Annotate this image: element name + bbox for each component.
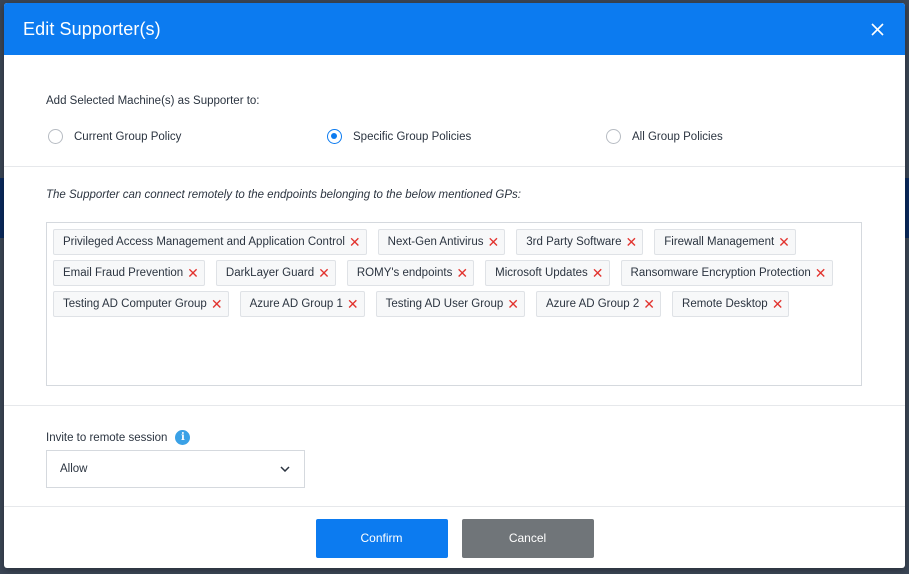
cancel-button[interactable]: Cancel bbox=[461, 518, 594, 558]
group-policy-tag-label: Privileged Access Management and Applica… bbox=[63, 236, 345, 248]
remove-tag-icon[interactable]: ✕ bbox=[592, 266, 604, 280]
remove-tag-icon[interactable]: ✕ bbox=[318, 266, 330, 280]
group-policy-tag: Ransomware Encryption Protection ✕ bbox=[620, 260, 833, 286]
dialog-header: Edit Supporter(s) bbox=[4, 3, 905, 55]
radio-specific-group-policies[interactable]: Specific Group Policies bbox=[327, 129, 606, 144]
group-policy-tag-label: Remote Desktop bbox=[682, 298, 768, 310]
chevron-down-icon bbox=[280, 466, 290, 472]
remove-tag-icon[interactable]: ✕ bbox=[772, 297, 784, 311]
group-policy-tag-input[interactable]: Privileged Access Management and Applica… bbox=[46, 222, 862, 386]
radio-button[interactable] bbox=[48, 129, 63, 144]
group-policies-section: The Supporter can connect remotely to th… bbox=[4, 167, 905, 406]
radio-button[interactable] bbox=[606, 129, 621, 144]
invite-select[interactable]: Allow bbox=[46, 450, 305, 488]
group-policy-tag: Testing AD User Group ✕ bbox=[375, 291, 525, 317]
remove-tag-icon[interactable]: ✕ bbox=[211, 297, 223, 311]
group-policy-tag-label: Ransomware Encryption Protection bbox=[630, 267, 811, 279]
group-policy-tag: Testing AD Computer Group ✕ bbox=[53, 291, 229, 317]
remove-tag-icon[interactable]: ✕ bbox=[507, 297, 519, 311]
remove-tag-icon[interactable]: ✕ bbox=[626, 235, 638, 249]
group-policy-tag: Next-Gen Antivirus ✕ bbox=[377, 229, 506, 255]
radio-button-checked[interactable] bbox=[327, 129, 342, 144]
group-policy-tag: Azure AD Group 1 ✕ bbox=[239, 291, 365, 317]
invite-label-row: Invite to remote session i bbox=[46, 430, 863, 445]
group-policy-tag-label: Microsoft Updates bbox=[495, 267, 588, 279]
supporter-scope-radio-group: Current Group Policy Specific Group Poli… bbox=[48, 129, 863, 144]
group-policy-tag-label: ROMY's endpoints bbox=[356, 267, 453, 279]
info-icon[interactable]: i bbox=[175, 430, 191, 445]
radio-label: Specific Group Policies bbox=[353, 130, 472, 143]
dialog-title: Edit Supporter(s) bbox=[23, 18, 161, 39]
group-policy-tag-label: Testing AD Computer Group bbox=[63, 298, 207, 310]
close-button[interactable] bbox=[867, 19, 887, 39]
group-policy-tag: Remote Desktop ✕ bbox=[672, 291, 790, 317]
radio-all-group-policies[interactable]: All Group Policies bbox=[606, 129, 723, 144]
edit-supporters-dialog: Edit Supporter(s) Add Selected Machine(s… bbox=[4, 3, 905, 568]
group-policies-description: The Supporter can connect remotely to th… bbox=[46, 189, 521, 201]
group-policy-tag: Microsoft Updates ✕ bbox=[485, 260, 610, 286]
group-policy-tag: Privileged Access Management and Applica… bbox=[53, 229, 367, 255]
group-policy-tag: Email Fraud Prevention ✕ bbox=[53, 260, 205, 286]
group-policy-tag: Azure AD Group 2 ✕ bbox=[535, 291, 662, 317]
group-policy-tag-label: Email Fraud Prevention bbox=[63, 267, 184, 279]
invite-label: Invite to remote session bbox=[46, 431, 168, 444]
remove-tag-icon[interactable]: ✕ bbox=[349, 235, 361, 249]
remove-tag-icon[interactable]: ✕ bbox=[643, 297, 655, 311]
remove-tag-icon[interactable]: ✕ bbox=[488, 235, 500, 249]
confirm-button[interactable]: Confirm bbox=[315, 518, 448, 558]
remove-tag-icon[interactable]: ✕ bbox=[347, 297, 359, 311]
invite-section: Invite to remote session i Allow bbox=[4, 406, 905, 507]
group-policy-tag: ROMY's endpoints ✕ bbox=[346, 260, 475, 286]
supporter-scope-label: Add Selected Machine(s) as Supporter to: bbox=[46, 95, 260, 107]
group-policy-tag-label: DarkLayer Guard bbox=[225, 267, 315, 279]
supporter-scope-section: Add Selected Machine(s) as Supporter to:… bbox=[4, 55, 905, 167]
group-policy-tag-label: Azure AD Group 1 bbox=[249, 298, 343, 310]
group-policy-tag-label: Azure AD Group 2 bbox=[545, 298, 640, 310]
group-policy-tag-label: Testing AD User Group bbox=[385, 298, 504, 310]
radio-current-group-policy[interactable]: Current Group Policy bbox=[48, 129, 327, 144]
remove-tag-icon[interactable]: ✕ bbox=[815, 266, 827, 280]
radio-label: All Group Policies bbox=[632, 130, 723, 143]
radio-label: Current Group Policy bbox=[74, 130, 182, 143]
invite-select-value: Allow bbox=[60, 463, 88, 475]
group-policy-tag-label: Firewall Management bbox=[664, 236, 775, 248]
remove-tag-icon[interactable]: ✕ bbox=[778, 235, 790, 249]
remove-tag-icon[interactable]: ✕ bbox=[456, 266, 468, 280]
group-policy-tag-label: 3rd Party Software bbox=[526, 236, 622, 248]
dialog-footer: Confirm Cancel bbox=[4, 507, 905, 567]
group-policy-tag-label: Next-Gen Antivirus bbox=[387, 236, 484, 248]
remove-tag-icon[interactable]: ✕ bbox=[187, 266, 199, 280]
group-policy-tag: DarkLayer Guard ✕ bbox=[215, 260, 336, 286]
group-policy-tag: Firewall Management ✕ bbox=[654, 229, 796, 255]
close-icon bbox=[870, 22, 884, 36]
group-policy-tag: 3rd Party Software ✕ bbox=[516, 229, 644, 255]
